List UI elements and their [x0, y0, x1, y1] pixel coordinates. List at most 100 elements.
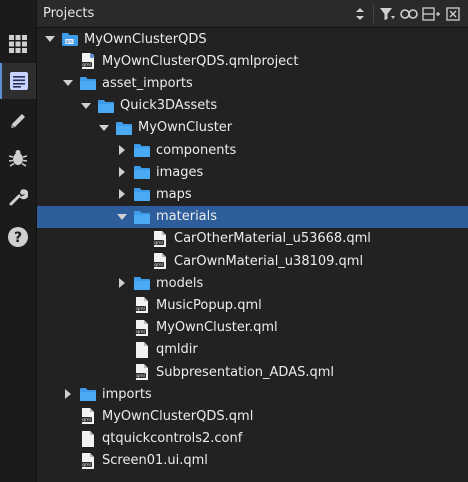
svg-text:qml: qml [65, 39, 74, 45]
tree-row-qmldir[interactable]: qmldir [37, 339, 468, 361]
tree-item-label: MyOwnClusterQDS.qml [102, 408, 254, 424]
svg-text:qml: qml [82, 462, 91, 468]
tree-item-label: qtquickcontrols2.conf [102, 431, 243, 447]
tree-row-myowncluster-qml[interactable]: qml MyOwnCluster.qml [37, 317, 468, 339]
tree-row-myowncluster[interactable]: MyOwnCluster [37, 117, 468, 139]
chevron-down-icon [81, 102, 91, 109]
expand-toggle[interactable] [44, 33, 56, 45]
svg-text:qml: qml [82, 418, 91, 424]
close-panel-icon [446, 6, 460, 21]
tree-item-label: CarOtherMaterial_u53668.qml [174, 231, 371, 247]
tree-row-maps[interactable]: maps [37, 183, 468, 205]
tree-row-subpresentation-adas-qml[interactable]: qml Subpresentation_ADAS.qml [37, 361, 468, 383]
mode-projects-button[interactable] [0, 179, 36, 215]
tree-item-label: MyOwnCluster [138, 120, 233, 136]
mode-edit-button[interactable] [0, 63, 36, 99]
tree-row-carownmaterial-u38109-qml[interactable]: qml CarOwnMaterial_u38109.qml [37, 250, 468, 272]
file-icon [134, 341, 150, 358]
mode-welcome-button[interactable] [0, 26, 36, 62]
tree-item-label: asset_imports [102, 75, 193, 91]
folder-icon [134, 275, 150, 291]
expand-toggle[interactable] [80, 100, 92, 112]
svg-text:qml: qml [82, 62, 91, 68]
split-button[interactable] [420, 3, 442, 25]
tree-row-models[interactable]: models [37, 272, 468, 294]
expand-toggle[interactable] [62, 388, 74, 400]
tree-item-label: MyOwnCluster.qml [156, 320, 278, 336]
tree-row-myownclusterqds-qml[interactable]: qml MyOwnClusterQDS.qml [37, 405, 468, 427]
svg-text:qml: qml [136, 307, 145, 313]
folder-icon [80, 386, 96, 402]
tree-row-screen01-ui-qml[interactable]: qml Screen01.ui.qml [37, 450, 468, 472]
tree-item-label: MyOwnClusterQDS [84, 31, 207, 47]
mode-help-button[interactable]: ? [0, 219, 36, 255]
svg-text:qml: qml [154, 240, 163, 246]
split-icon [422, 6, 440, 21]
tree-row-imports[interactable]: imports [37, 383, 468, 405]
document-icon [10, 72, 28, 90]
tree-row-components[interactable]: components [37, 139, 468, 161]
folder-icon [98, 98, 114, 114]
pencil-icon [11, 114, 25, 128]
tree-item-label: MyOwnClusterQDS.qmlproject [102, 53, 299, 69]
link-icon [400, 8, 418, 19]
tree-row-musicpopup-qml[interactable]: qml MusicPopup.qml [37, 294, 468, 316]
folder-icon [134, 186, 150, 202]
expand-toggle[interactable] [62, 77, 74, 89]
expand-toggle[interactable] [116, 211, 128, 223]
header-separator [373, 4, 374, 23]
tree-row-quick3dassets[interactable]: Quick3DAssets [37, 95, 468, 117]
tree-item-label: qmldir [156, 342, 198, 358]
chevron-right-icon [119, 145, 125, 155]
expand-toggle[interactable] [116, 144, 128, 156]
chevron-down-icon [45, 36, 55, 42]
tree-item-label: imports [102, 386, 152, 402]
folder-icon [80, 75, 96, 91]
tree-row-carothermaterial-u53668-qml[interactable]: qml CarOtherMaterial_u53668.qml [37, 228, 468, 250]
expand-toggle[interactable] [116, 166, 128, 178]
tree-row-images[interactable]: images [37, 161, 468, 183]
chevron-right-icon [119, 189, 125, 200]
close-panel-button[interactable] [442, 3, 464, 25]
filter-button[interactable] [376, 3, 398, 25]
tree-item-label: images [156, 164, 204, 180]
folder-icon [134, 164, 150, 180]
chevron-right-icon [119, 278, 125, 289]
tree-item-label: materials [156, 209, 218, 225]
tree-item-label: components [156, 142, 237, 158]
chevron-down-icon [99, 124, 109, 131]
mode-design-button[interactable] [0, 103, 36, 139]
folder-icon [134, 142, 150, 158]
expand-toggle[interactable] [98, 122, 110, 134]
chevron-down-icon [63, 80, 73, 87]
tree-item-label: maps [156, 186, 192, 202]
svg-text:qml: qml [136, 329, 145, 335]
help-icon: ? [8, 227, 28, 247]
projects-panel: Projects qml MyOwnClusterQDS qml MyOwnCl… [37, 0, 468, 482]
tree-row-myownclusterqds-qmlproject[interactable]: qml MyOwnClusterQDS.qmlproject [37, 50, 468, 72]
tree-item-label: CarOwnMaterial_u38109.qml [174, 253, 364, 269]
folder-icon [134, 209, 150, 225]
mode-debug-button[interactable] [0, 140, 36, 176]
tree-row-qtquickcontrols2-conf[interactable]: qtquickcontrols2.conf [37, 428, 468, 450]
chevron-right-icon [65, 389, 71, 400]
tree-row-asset-imports[interactable]: asset_imports [37, 72, 468, 94]
tree-row-materials[interactable]: materials [37, 205, 468, 228]
tree-item-label: MusicPopup.qml [156, 297, 262, 313]
sort-updown-icon [356, 7, 364, 20]
qml-file-icon: qml [80, 452, 96, 469]
tree-row-myownclusterqds[interactable]: qml MyOwnClusterQDS [37, 28, 468, 50]
sort-button[interactable] [349, 3, 371, 25]
filter-icon [380, 7, 395, 20]
mode-sidebar: ? [0, 0, 37, 482]
wrench-icon [9, 189, 28, 206]
qml-file-icon: qml [80, 53, 96, 70]
svg-text:?: ? [14, 230, 22, 246]
expand-toggle[interactable] [116, 277, 128, 289]
folder-icon [116, 120, 132, 136]
tree-item-label: models [156, 275, 204, 291]
sync-link-button[interactable] [398, 3, 420, 25]
expand-toggle[interactable] [116, 188, 128, 200]
qml-file-icon: qml [134, 319, 150, 336]
tree-item-label: Subpresentation_ADAS.qml [156, 364, 335, 380]
